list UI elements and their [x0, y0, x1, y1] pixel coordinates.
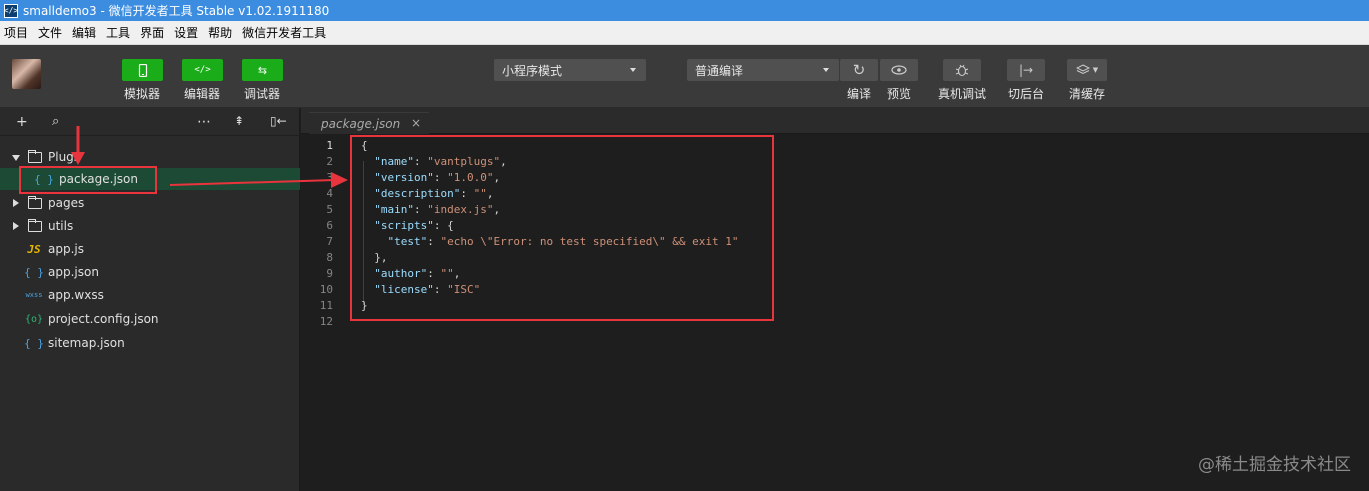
annotation-arrows [71, 126, 348, 188]
annotation-arrowhead-down [71, 152, 85, 165]
annotation-arrow-right [169, 179, 336, 186]
annotation-arrowhead-right [331, 172, 348, 188]
watermark: @稀土掘金技术社区 [1198, 455, 1351, 475]
